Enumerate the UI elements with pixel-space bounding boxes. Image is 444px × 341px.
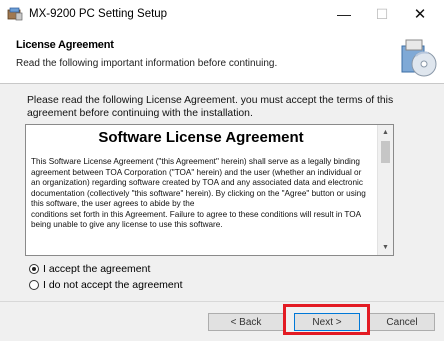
radio-button-icon[interactable] bbox=[29, 280, 39, 290]
intro-text: Please read the following License Agreem… bbox=[27, 95, 394, 119]
close-button[interactable]: ✕ bbox=[402, 0, 438, 28]
minimize-button[interactable]: — bbox=[326, 0, 362, 28]
license-scrollbar[interactable]: ▲ ▼ bbox=[377, 125, 393, 255]
accept-agreement-label[interactable]: I accept the agreement bbox=[43, 263, 150, 275]
decline-agreement-radio[interactable]: I do not accept the agreement bbox=[29, 278, 183, 292]
installer-icon bbox=[7, 7, 23, 21]
page-subtitle: Read the following important information… bbox=[16, 58, 278, 69]
scroll-down-arrow-icon[interactable]: ▼ bbox=[378, 240, 393, 255]
title-bar: MX-9200 PC Setting Setup — ☐ ✕ bbox=[0, 0, 444, 28]
page-title: License Agreement bbox=[16, 39, 114, 51]
radio-button-checked-icon[interactable] bbox=[29, 264, 39, 274]
maximize-button[interactable]: ☐ bbox=[364, 0, 400, 28]
license-heading: Software License Agreement bbox=[98, 129, 304, 146]
cancel-button[interactable]: Cancel bbox=[369, 313, 435, 331]
license-text-box[interactable]: Software License Agreement This Software… bbox=[25, 124, 394, 256]
next-button-highlight bbox=[283, 304, 370, 335]
scroll-up-arrow-icon[interactable]: ▲ bbox=[378, 125, 393, 140]
window-title: MX-9200 PC Setting Setup bbox=[29, 8, 168, 20]
license-body: This Software License Agreement ("this A… bbox=[31, 157, 371, 231]
decline-agreement-label[interactable]: I do not accept the agreement bbox=[43, 279, 183, 291]
setup-disc-icon bbox=[398, 36, 438, 80]
license-paragraph: conditions set forth in this Agreement. … bbox=[31, 209, 361, 230]
scroll-thumb[interactable] bbox=[381, 141, 390, 163]
back-button[interactable]: < Back bbox=[208, 313, 284, 331]
accept-agreement-radio[interactable]: I accept the agreement bbox=[29, 262, 150, 276]
footer-divider bbox=[0, 301, 444, 302]
wizard-header: License Agreement Read the following imp… bbox=[0, 28, 444, 84]
license-paragraph: This Software License Agreement ("this A… bbox=[31, 157, 366, 208]
